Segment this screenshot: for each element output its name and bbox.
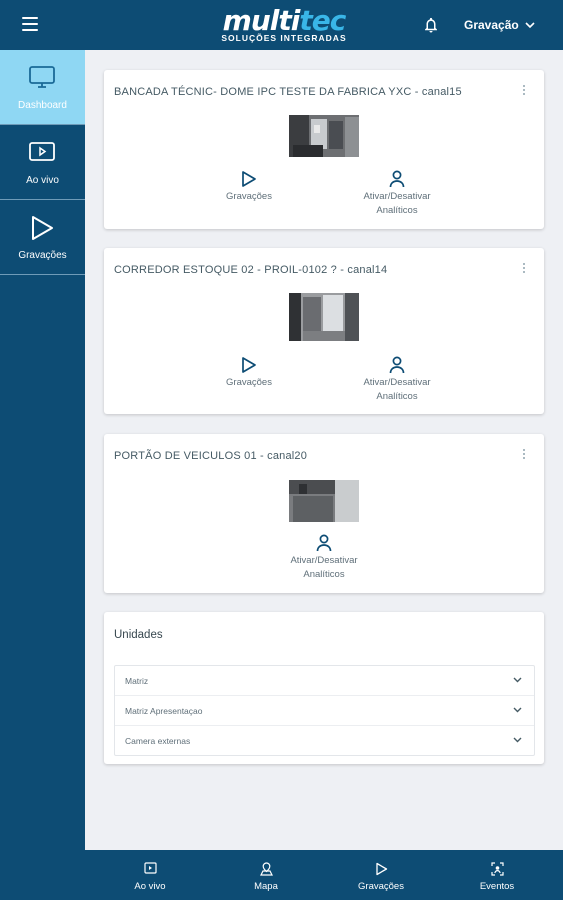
recordings-action-label: Gravações [226, 377, 272, 388]
unit-item-label: Matriz [125, 676, 149, 686]
unit-item-label: Matriz Apresentaçao [125, 706, 203, 716]
tab-live[interactable]: Ao vivo [100, 850, 200, 900]
live-video-icon [144, 862, 157, 874]
camera-card: PORTÃO DE VEICULOS 01 - canal20 Ativar/D… [104, 434, 544, 593]
play-icon [32, 216, 53, 240]
logo-wordmark: multitec [222, 4, 347, 37]
unit-item[interactable]: Matriz [115, 666, 534, 696]
units-title: Unidades [114, 629, 163, 641]
monitor-icon [29, 66, 55, 88]
analytics-action-label-2: Analíticos [376, 205, 418, 216]
map-pin-icon [260, 862, 273, 876]
tab-label: Ao vivo [134, 881, 166, 892]
toggle-analytics-action[interactable]: Ativar/Desativar Analíticos [347, 356, 447, 404]
person-icon [389, 170, 405, 188]
bell-icon[interactable] [422, 16, 440, 34]
unit-item[interactable]: Matriz Apresentaçao [115, 696, 534, 726]
recordings-action-label: Gravações [226, 191, 272, 202]
tab-label: Eventos [479, 881, 515, 892]
hamburger-icon[interactable] [22, 17, 38, 31]
top-app-bar: multitec SOLUÇÕES INTEGRADAS Gravação [0, 0, 563, 50]
camera-title: CORREDOR ESTOQUE 02 - PROIL-0102 ? - can… [114, 264, 388, 276]
app-logo: multitec SOLUÇÕES INTEGRADAS [214, 6, 354, 46]
units-card: Unidades Matriz Matriz Apresentaçao Came… [104, 612, 544, 764]
analytics-action-label-2: Analíticos [376, 391, 418, 402]
sidebar-item-label: Dashboard [18, 100, 67, 111]
tab-map[interactable]: Mapa [216, 850, 316, 900]
chevron-down-icon [513, 677, 522, 683]
tab-events[interactable]: Eventos [447, 850, 547, 900]
dashboard-content: BANCADA TÉCNIC- DOME IPC TESTE DA FABRIC… [85, 50, 563, 850]
more-options-icon[interactable] [522, 449, 526, 461]
play-icon [376, 862, 388, 876]
camera-thumbnail[interactable] [289, 480, 359, 522]
unit-item[interactable]: Camera externas [115, 726, 534, 755]
unit-item-label: Camera externas [125, 736, 191, 746]
camera-card: CORREDOR ESTOQUE 02 - PROIL-0102 ? - can… [104, 248, 544, 414]
more-options-icon[interactable] [522, 263, 526, 275]
sidebar-item-dashboard[interactable]: Dashboard [0, 50, 85, 125]
person-icon [316, 534, 332, 552]
sidebar-item-label: Gravações [18, 250, 67, 261]
sidebar-item-recordings[interactable]: Gravações [0, 200, 85, 275]
sidebar: Dashboard Ao vivo Gravações [0, 50, 85, 900]
camera-title: BANCADA TÉCNIC- DOME IPC TESTE DA FABRIC… [114, 86, 462, 98]
bottom-navigation: Ao vivo Mapa Gravações Eventos [85, 850, 563, 900]
chevron-down-icon [513, 707, 522, 713]
recordings-action[interactable]: Gravações [214, 170, 284, 204]
mode-dropdown[interactable]: Gravação [464, 15, 535, 35]
chevron-down-icon [513, 737, 522, 743]
tab-label: Mapa [254, 881, 278, 892]
mode-dropdown-label: Gravação [464, 18, 519, 32]
analytics-action-label-1: Ativar/Desativar [290, 555, 358, 566]
logo-tagline: SOLUÇÕES INTEGRADAS [221, 33, 347, 43]
tab-recordings[interactable]: Gravações [331, 850, 431, 900]
camera-thumbnail[interactable] [289, 115, 359, 157]
person-icon [389, 356, 405, 374]
face-scan-icon [491, 862, 504, 876]
camera-card: BANCADA TÉCNIC- DOME IPC TESTE DA FABRIC… [104, 70, 544, 229]
analytics-action-label-2: Analíticos [303, 569, 345, 580]
toggle-analytics-action[interactable]: Ativar/Desativar Analíticos [274, 534, 374, 582]
sidebar-item-live[interactable]: Ao vivo [0, 125, 85, 200]
more-options-icon[interactable] [522, 85, 526, 97]
chevron-down-icon [525, 21, 535, 28]
play-outline-icon [242, 171, 256, 187]
tab-label: Gravações [358, 881, 404, 892]
camera-thumbnail[interactable] [289, 293, 359, 341]
sidebar-item-label: Ao vivo [26, 175, 59, 186]
units-list: Matriz Matriz Apresentaçao Camera extern… [114, 665, 535, 756]
toggle-analytics-action[interactable]: Ativar/Desativar Analíticos [347, 170, 447, 218]
camera-title: PORTÃO DE VEICULOS 01 - canal20 [114, 450, 308, 462]
analytics-action-label-1: Ativar/Desativar [363, 377, 431, 388]
recordings-action[interactable]: Gravações [214, 356, 284, 390]
play-outline-icon [242, 357, 256, 373]
live-video-icon [29, 142, 55, 161]
analytics-action-label-1: Ativar/Desativar [363, 191, 431, 202]
